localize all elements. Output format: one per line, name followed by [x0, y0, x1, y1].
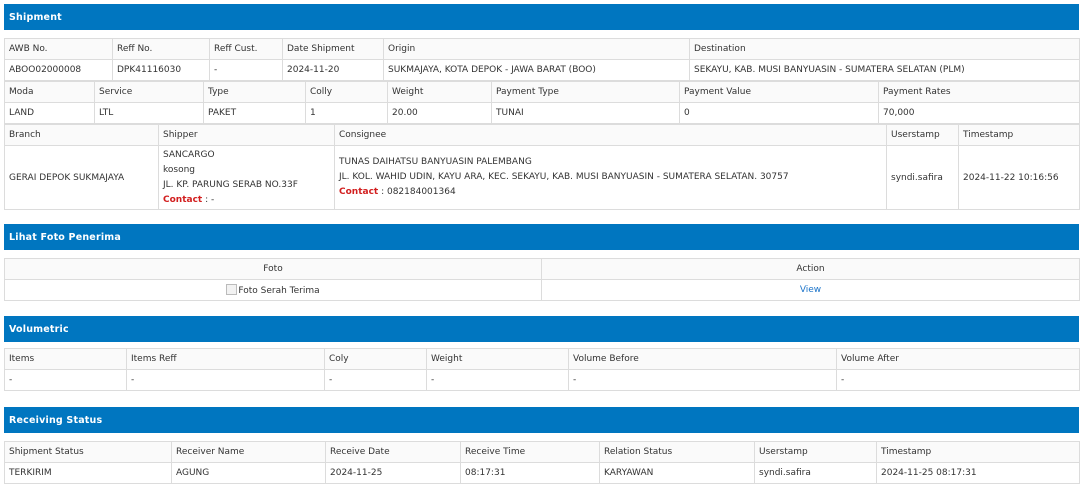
origin-value: SUKMAJAYA, KOTA DEPOK - JAWA BARAT (BOO) [383, 59, 690, 81]
volume-before-value: - [568, 369, 837, 391]
header-timestamp: Timestamp [876, 441, 1080, 463]
photo-table: Foto Action Foto Serah Terima View [4, 258, 1080, 301]
header-coly: Coly [324, 348, 427, 370]
payment-type-value: TUNAI [491, 102, 680, 124]
relation-status-value: KARYAWAN [599, 462, 755, 484]
header-awb-no: AWB No. [4, 38, 113, 60]
header-userstamp: Userstamp [886, 124, 959, 146]
header-reff-no: Reff No. [112, 38, 210, 60]
awb-no-value: ABOO02000008 [4, 59, 113, 81]
header-foto: Foto [4, 258, 542, 280]
receiving-timestamp-value: 2024-11-25 08:17:31 [876, 462, 1080, 484]
items-value: - [4, 369, 127, 391]
header-service: Service [94, 81, 204, 103]
shipment-status-value: TERKIRIM [4, 462, 172, 484]
header-shipment-status: Shipment Status [4, 441, 172, 463]
receive-time-value: 08:17:31 [460, 462, 600, 484]
shipment-panel-title: Shipment [4, 4, 1079, 30]
header-date-shipment: Date Shipment [282, 38, 384, 60]
consignee-contact-label: Contact [339, 187, 379, 197]
shipment-table-row3: Branch Shipper Consignee Userstamp Times… [4, 124, 1080, 210]
shipment-table-row2: Moda Service Type Colly Weight Payment T… [4, 81, 1080, 124]
consignee-name: TUNAS DAIHATSU BANYUASIN PALEMBANG [339, 157, 532, 167]
receiving-userstamp-value: syndi.safira [754, 462, 877, 484]
volumetric-panel-title: Volumetric [4, 316, 1079, 342]
weight-value: 20.00 [387, 102, 492, 124]
header-weight: Weight [426, 348, 569, 370]
header-branch: Branch [4, 124, 159, 146]
header-userstamp: Userstamp [754, 441, 877, 463]
shipment-panel: Shipment AWB No. Reff No. Reff Cust. Dat… [4, 4, 1080, 210]
header-timestamp: Timestamp [958, 124, 1080, 146]
header-consignee: Consignee [334, 124, 887, 146]
branch-value: GERAI DEPOK SUKMAJAYA [4, 145, 159, 210]
header-payment-value: Payment Value [679, 81, 879, 103]
header-payment-type: Payment Type [491, 81, 680, 103]
consignee-cell: TUNAS DAIHATSU BANYUASIN PALEMBANG JL. K… [334, 145, 887, 210]
weight-value: - [426, 369, 569, 391]
shipper-address: JL. KP. PARUNG SERAB NO.33F [163, 179, 298, 190]
shipper-line2: kosong [163, 164, 196, 175]
date-shipment-value: 2024-11-20 [282, 59, 384, 81]
header-payment-rates: Payment Rates [878, 81, 1080, 103]
header-receive-time: Receive Time [460, 441, 600, 463]
header-receiver-name: Receiver Name [171, 441, 326, 463]
header-action: Action [541, 258, 1080, 280]
header-type: Type [203, 81, 306, 103]
type-value: PAKET [203, 102, 306, 124]
volumetric-panel: Volumetric Items Items Reff Coly Weight … [4, 316, 1080, 391]
header-relation-status: Relation Status [599, 441, 755, 463]
consignee-contact-value: : 082184001364 [378, 187, 456, 197]
moda-value: LAND [4, 102, 95, 124]
receive-date-value: 2024-11-25 [325, 462, 461, 484]
header-receive-date: Receive Date [325, 441, 461, 463]
header-origin: Origin [383, 38, 690, 60]
header-shipper: Shipper [158, 124, 335, 146]
header-moda: Moda [4, 81, 95, 103]
shipper-contact-value: : - [202, 194, 215, 205]
consignee-contact: Contact : 082184001364 [339, 185, 882, 200]
header-items-reff: Items Reff [126, 348, 325, 370]
photo-cell: Foto Serah Terima [4, 279, 542, 301]
action-cell: View [541, 279, 1080, 301]
photo-panel-title: Lihat Foto Penerima [4, 224, 1079, 250]
shipper-contact: Contact : - [163, 193, 330, 208]
payment-rates-value: 70,000 [878, 102, 1080, 124]
receiving-panel-title: Receiving Status [4, 407, 1079, 433]
userstamp-value: syndi.safira [886, 145, 959, 210]
volume-after-value: - [836, 369, 1080, 391]
timestamp-value: 2024-11-22 10:16:56 [958, 145, 1080, 210]
header-volume-after: Volume After [836, 348, 1080, 370]
header-reff-cust: Reff Cust. [209, 38, 283, 60]
header-volume-before: Volume Before [568, 348, 837, 370]
header-destination: Destination [689, 38, 1080, 60]
receiver-name-value: AGUNG [171, 462, 326, 484]
payment-value-value: 0 [679, 102, 879, 124]
shipper-cell: SANCARGO kosong JL. KP. PARUNG SERAB NO.… [158, 145, 335, 210]
service-value: LTL [94, 102, 204, 124]
broken-image-icon [226, 284, 238, 295]
consignee-address: JL. KOL. WAHID UDIN, KAYU ARA, KEC. SEKA… [339, 172, 789, 182]
receiving-panel: Receiving Status Shipment Status Receive… [4, 407, 1080, 484]
reff-no-value: DPK41116030 [112, 59, 210, 81]
destination-value: SEKAYU, KAB. MUSI BANYUASIN - SUMATERA S… [689, 59, 1080, 81]
coly-value: - [324, 369, 427, 391]
header-items: Items [4, 348, 127, 370]
photo-alt-text: Foto Serah Terima [238, 286, 320, 296]
shipment-table-row1: AWB No. Reff No. Reff Cust. Date Shipmen… [4, 38, 1080, 81]
view-photo-link[interactable]: View [800, 285, 821, 295]
header-weight: Weight [387, 81, 492, 103]
photo-panel: Lihat Foto Penerima Foto Action Foto Ser… [4, 224, 1080, 301]
header-colly: Colly [305, 81, 388, 103]
receiving-table: Shipment Status Receiver Name Receive Da… [4, 441, 1080, 484]
shipper-name: SANCARGO [163, 149, 215, 160]
reff-cust-value: - [209, 59, 283, 81]
items-reff-value: - [126, 369, 325, 391]
colly-value: 1 [305, 102, 388, 124]
shipper-contact-label: Contact [163, 194, 203, 205]
volumetric-table: Items Items Reff Coly Weight Volume Befo… [4, 348, 1080, 391]
